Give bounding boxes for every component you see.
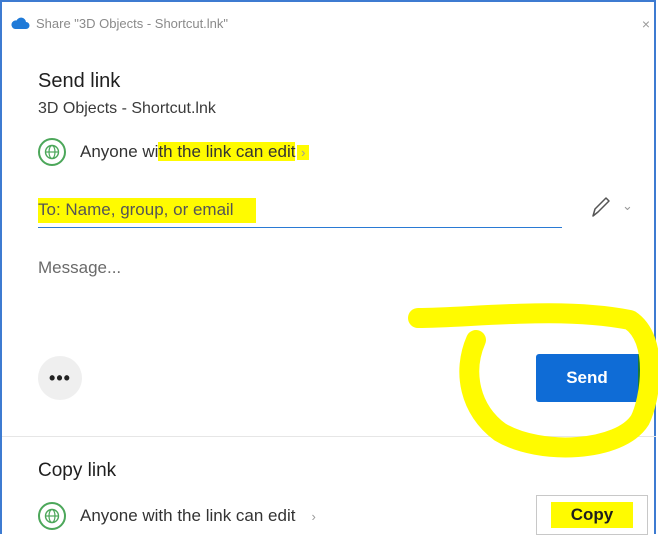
- send-link-heading: Send link: [38, 70, 121, 92]
- pencil-icon[interactable]: [588, 194, 612, 220]
- chevron-right-icon: ›: [297, 145, 310, 160]
- window-title: Share "3D Objects - Shortcut.lnk": [36, 15, 229, 31]
- close-button[interactable]: ×: [642, 16, 650, 32]
- copy-link-heading: Copy link: [38, 460, 117, 481]
- message-field[interactable]: Message...: [38, 258, 121, 278]
- more-options-button[interactable]: •••: [38, 356, 82, 400]
- copy-button-label: Copy: [550, 502, 634, 528]
- permission-text-highlight: th the link can edit: [158, 142, 296, 161]
- copy-permission-text: Anyone with the link can edit: [80, 506, 296, 525]
- onedrive-cloud-icon: [11, 17, 30, 29]
- globe-icon: [38, 502, 66, 530]
- file-name: 3D Objects - Shortcut.lnk: [38, 100, 216, 117]
- title-bar: Share "3D Objects - Shortcut.lnk": [10, 12, 228, 34]
- copy-button[interactable]: Copy: [536, 495, 648, 535]
- permission-text: Anyone with the link can edit ›: [80, 142, 310, 162]
- chevron-right-icon: ›: [311, 508, 316, 524]
- chevron-down-icon[interactable]: ⌄: [622, 198, 633, 214]
- send-button[interactable]: Send: [536, 354, 648, 402]
- globe-icon: [38, 138, 66, 166]
- copy-permission-link[interactable]: Anyone with the link can edit ›: [38, 502, 316, 530]
- send-permission-link[interactable]: Anyone with the link can edit ›: [38, 138, 310, 166]
- recipients-placeholder: To: Name, group, or email: [38, 198, 256, 223]
- permission-text-prefix: Anyone wi: [80, 142, 159, 161]
- section-divider: [2, 436, 656, 437]
- share-dialog: Share "3D Objects - Shortcut.lnk" × Send…: [0, 0, 656, 535]
